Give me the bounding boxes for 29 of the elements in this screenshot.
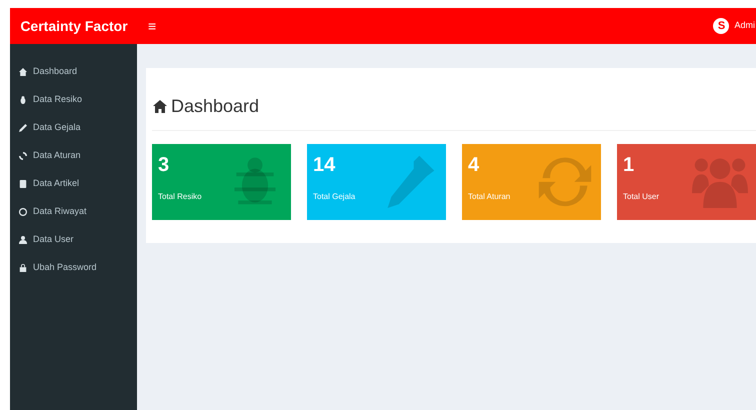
sidebar-item[interactable]: Dashboard xyxy=(10,58,137,86)
stat-label: Total Aturan xyxy=(467,191,510,203)
sidebar-item[interactable]: Data Resiko xyxy=(10,86,137,114)
stat-label: Total User xyxy=(622,191,660,203)
home-icon xyxy=(153,100,167,112)
refresh-icon xyxy=(19,152,27,160)
stat-value: 3 xyxy=(157,153,170,177)
pencil-icon xyxy=(19,124,27,132)
user-avatar[interactable]: S xyxy=(713,18,730,34)
stat-value: 4 xyxy=(467,153,480,177)
dropper-icon xyxy=(388,156,434,208)
stat-label: Total Gejala xyxy=(312,191,356,203)
stat-value: 1 xyxy=(622,153,634,177)
sidebar-item[interactable]: Data Riwayat xyxy=(10,198,137,226)
page-title: Dashboard xyxy=(171,94,260,118)
sidebar-item[interactable]: Data User xyxy=(10,226,137,254)
sidebar-item[interactable]: Ubah Password xyxy=(10,254,137,282)
user-icon xyxy=(19,236,27,244)
stat-label: Total Resiko xyxy=(157,191,202,203)
sidebar-item[interactable]: Data Artikel xyxy=(10,170,137,198)
stat-value: 14 xyxy=(312,153,336,177)
sidebar-item[interactable]: Data Gejala xyxy=(10,114,137,142)
lock-icon xyxy=(19,264,27,272)
home-icon xyxy=(19,68,27,76)
refresh-icon xyxy=(538,158,592,206)
sidebar-item[interactable]: Data Aturan xyxy=(10,142,137,170)
users-icon xyxy=(692,158,748,208)
brand-title[interactable]: Certainty Factor xyxy=(10,8,138,44)
user-name[interactable]: Admi xyxy=(734,19,755,33)
